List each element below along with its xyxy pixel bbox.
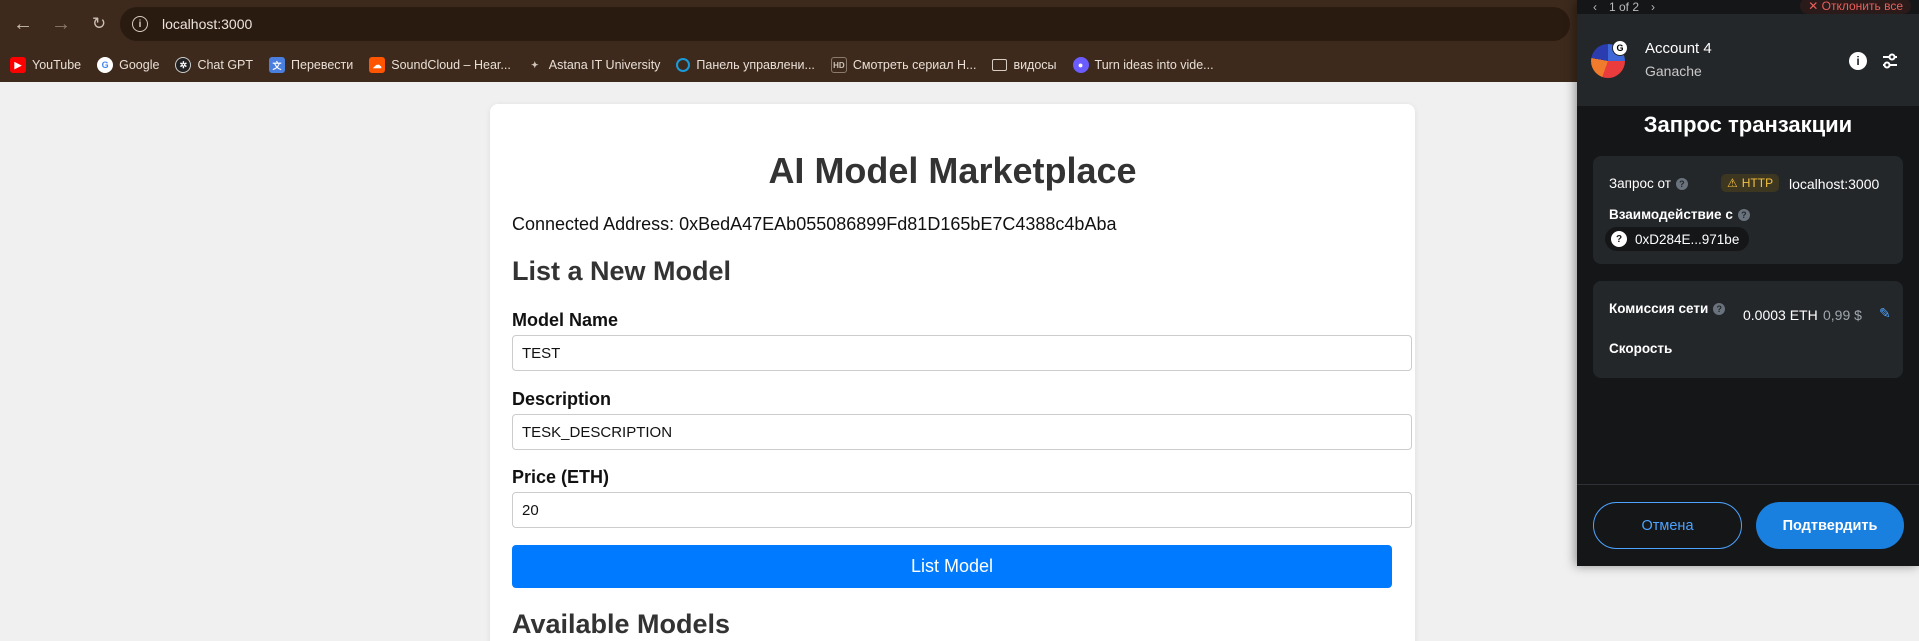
bookmark-label: Google (119, 58, 160, 72)
warning-icon: ⚠ (1727, 176, 1738, 190)
connected-address: Connected Address: 0xBedA47EAb055086899F… (512, 214, 1117, 234)
question-icon[interactable]: ? (1675, 178, 1688, 191)
question-icon[interactable]: ? (1713, 303, 1726, 316)
cancel-button[interactable]: Отмена (1593, 502, 1742, 549)
settings-sliders-icon[interactable] (1879, 50, 1901, 72)
control-panel-icon (676, 58, 691, 72)
request-from-label: Запрос от (1609, 176, 1671, 191)
network-fee-label: Комиссия сети (1609, 301, 1709, 316)
bookmark-label: Astana IT University (548, 58, 661, 72)
network-name: Ganache (1645, 63, 1702, 79)
question-icon[interactable]: ? (1737, 209, 1750, 222)
folder-icon (992, 59, 1008, 71)
fee-details-box: Комиссия сети? 0.0003 ETH 0,99 $ ✎ Скоро… (1593, 281, 1903, 378)
bookmark-label: YouTube (32, 58, 82, 72)
interact-with-row: Взаимодействие с? (1609, 207, 1750, 222)
network-badge: G (1612, 40, 1628, 56)
unknown-contract-icon: ? (1611, 231, 1627, 247)
bookmark-series[interactable]: HD Смотреть сериал Н... (830, 57, 977, 73)
wallet-pager-bar: ‹ 1 of 2 › ✕ Отклонить все (1577, 0, 1919, 14)
transaction-request-title: Запрос транзакции (1643, 112, 1853, 137)
model-name-label: Model Name (512, 310, 619, 330)
account-name: Account 4 (1645, 40, 1712, 57)
marketplace-card: AI Model Marketplace Connected Address: … (490, 104, 1415, 641)
request-origin: localhost:3000 (1789, 176, 1880, 192)
wallet-header: G Account 4 Ganache i (1577, 14, 1919, 106)
list-model-heading: List a New Model (512, 256, 732, 286)
astana-it-icon: ✦ (531, 59, 539, 70)
price-input[interactable] (512, 492, 1412, 528)
chatgpt-icon: ✲ (175, 57, 192, 73)
http-warning-badge: ⚠ HTTP (1721, 174, 1780, 192)
description-input[interactable] (512, 414, 1412, 450)
bookmark-youtube[interactable]: ▶ YouTube (10, 57, 81, 73)
request-from-row: Запрос от? (1609, 176, 1688, 191)
wallet-popup: ‹ 1 of 2 › ✕ Отклонить все G Account 4 G… (1577, 0, 1919, 566)
reject-all-button[interactable]: ✕ Отклонить все (1800, 0, 1911, 14)
list-model-button[interactable]: List Model (512, 545, 1392, 588)
chevron-right-icon[interactable]: › (1645, 0, 1661, 14)
bookmark-translate[interactable]: 文 Перевести (269, 57, 353, 73)
translate-icon: 文 (269, 57, 286, 73)
bookmark-label: Chat GPT (197, 58, 254, 72)
address-bar[interactable]: i localhost:3000 (120, 7, 1570, 41)
page-title: AI Model Marketplace (768, 150, 1137, 191)
bookmark-label: видосы (1013, 58, 1057, 72)
http-badge-label: HTTP (1741, 176, 1774, 190)
address-bar-url[interactable]: localhost:3000 (162, 16, 252, 32)
bookmark-astana-it[interactable]: ✦ Astana IT University (527, 57, 661, 73)
interact-with-label: Взаимодействие с (1609, 207, 1733, 222)
soundcloud-icon: ☁ (369, 57, 386, 73)
youtube-icon: ▶ (10, 57, 26, 73)
bookmark-label: Смотреть сериал Н... (852, 58, 977, 72)
forward-icon[interactable]: → (44, 7, 78, 41)
video-ai-icon: ● (1072, 57, 1089, 73)
bookmark-label: Панель управлени... (696, 58, 815, 72)
fee-eth: 0.0003 ETH (1743, 307, 1818, 323)
bookmark-soundcloud[interactable]: ☁ SoundCloud – Hear... (369, 57, 511, 73)
request-details-box: Запрос от? ⚠ HTTP localhost:3000 Взаимод… (1593, 156, 1903, 264)
fee-fiat: 0,99 $ (1823, 307, 1862, 323)
wallet-footer: Отмена Подтвердить (1577, 484, 1919, 566)
edit-icon[interactable]: ✎ (1879, 305, 1891, 322)
bookmark-folder-videos[interactable]: видосы (992, 58, 1057, 72)
speed-label: Скорость (1609, 341, 1673, 356)
model-name-input[interactable] (512, 335, 1412, 371)
bookmark-label: Turn ideas into vide... (1094, 58, 1214, 72)
info-icon[interactable]: i (1849, 52, 1867, 70)
back-icon[interactable]: ← (6, 7, 40, 41)
description-label: Description (512, 389, 612, 409)
reload-icon[interactable]: ↻ (82, 7, 116, 41)
bookmark-control-panel[interactable]: Панель управлени... (676, 58, 815, 72)
confirm-button[interactable]: Подтвердить (1756, 502, 1904, 549)
google-icon: G (97, 57, 114, 73)
contract-address-pill[interactable]: ? 0xD284E...971be (1605, 227, 1750, 251)
bookmark-chatgpt[interactable]: ✲ Chat GPT (175, 57, 253, 73)
network-fee-row: Комиссия сети? (1609, 301, 1726, 316)
hd-icon: HD (830, 57, 847, 73)
available-models-heading: Available Models (512, 609, 731, 639)
price-label: Price (ETH) (512, 467, 610, 487)
request-pager: 1 of 2 (1609, 0, 1640, 14)
contract-address: 0xD284E...971be (1635, 231, 1740, 247)
bookmark-google[interactable]: G Google (97, 57, 159, 73)
chevron-left-icon[interactable]: ‹ (1587, 0, 1603, 14)
bookmark-label: SoundCloud – Hear... (391, 58, 511, 72)
site-info-icon[interactable]: i (132, 16, 148, 32)
bookmark-label: Перевести (291, 58, 354, 72)
bookmark-video-ai[interactable]: ● Turn ideas into vide... (1072, 57, 1214, 73)
